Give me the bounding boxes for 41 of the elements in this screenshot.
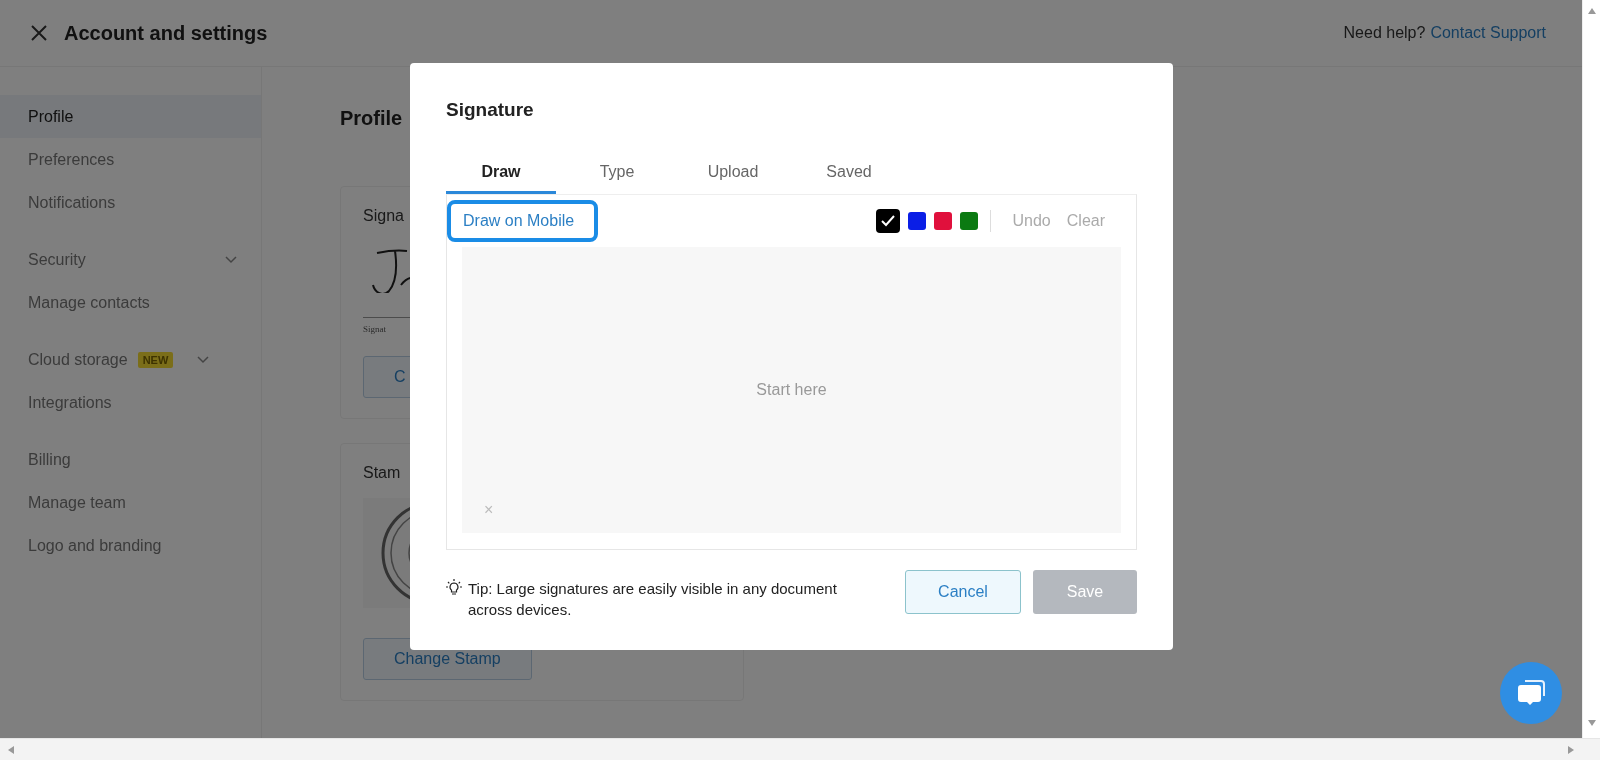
color-swatch[interactable] [959,212,978,230]
scroll-left-icon[interactable] [8,745,14,754]
sidebar-item[interactable]: Notifications [0,181,261,224]
canvas-hint: Start here [756,381,827,399]
scroll-down-icon[interactable] [1587,720,1596,726]
sidebar-item[interactable]: Manage team [0,481,261,524]
clear-mark: × [484,501,494,519]
tip-text: Tip: Large signatures are easily visible in any document across devices. [468,579,838,620]
contact-support-link[interactable]: Contact Support [1430,24,1546,42]
dialog-title: Signature [446,99,535,121]
sidebar-item[interactable]: Manage contacts [0,281,261,324]
sidebar-item[interactable]: Logo and branding [0,524,261,567]
tab[interactable]: Type [562,155,672,194]
new-badge: NEW [137,351,174,368]
cancel-button[interactable]: Cancel [905,570,1021,614]
scroll-up-icon[interactable] [1587,8,1596,14]
card-label: Signa [363,207,404,225]
sidebar-item[interactable]: Security [0,238,261,281]
sidebar-item[interactable]: Profile [0,95,261,138]
drawing-canvas[interactable]: Start here × [462,247,1121,533]
check-icon [880,215,895,227]
tab[interactable]: Upload [678,155,788,194]
page-title: Account and settings [64,21,268,45]
tab[interactable]: Saved [794,155,904,194]
sidebar-item[interactable]: Integrations [0,381,261,424]
tab[interactable]: Draw [446,155,556,194]
sidebar-item[interactable]: Preferences [0,138,261,181]
color-swatch[interactable] [933,212,952,230]
signature-caption: Signat [363,324,386,334]
sidebar-item[interactable]: Cloud storage NEW [0,338,261,381]
scroll-right-icon[interactable] [1568,745,1574,754]
color-swatch[interactable] [875,209,900,233]
help-text: Need help? [1343,24,1426,42]
color-swatch[interactable] [907,212,926,230]
card-label: Stam [363,464,401,482]
section-heading: Profile [340,107,403,130]
sidebar-item[interactable]: Billing [0,438,261,481]
draw-on-mobile-link[interactable]: Draw on Mobile [463,212,575,229]
lightbulb-icon [446,579,462,597]
close-icon[interactable] [30,24,48,42]
chat-bubbles-icon [1516,678,1546,708]
